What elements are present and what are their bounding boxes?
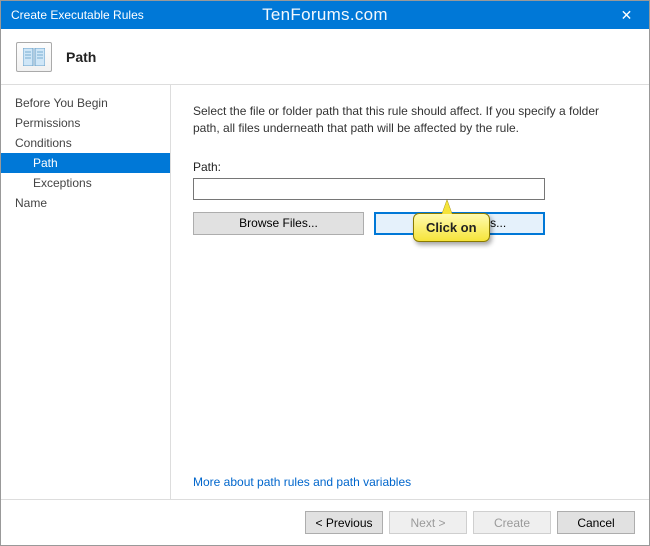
close-button[interactable]: ✕ bbox=[604, 1, 649, 29]
browse-files-button[interactable]: Browse Files... bbox=[193, 212, 364, 235]
wizard-window: Create Executable Rules TenForums.com ✕ … bbox=[0, 0, 650, 546]
sidebar-item-path[interactable]: Path bbox=[1, 153, 170, 173]
sidebar-item-before-you-begin[interactable]: Before You Begin bbox=[1, 93, 170, 113]
sidebar-item-permissions[interactable]: Permissions bbox=[1, 113, 170, 133]
window-title: Create Executable Rules bbox=[11, 8, 144, 22]
sidebar-item-conditions[interactable]: Conditions bbox=[1, 133, 170, 153]
watermark-text: TenForums.com bbox=[262, 5, 388, 25]
sidebar-item-name[interactable]: Name bbox=[1, 193, 170, 213]
next-button: Next > bbox=[389, 511, 467, 534]
content-pane: Select the file or folder path that this… bbox=[171, 85, 649, 499]
callout-text: Click on bbox=[426, 220, 477, 235]
wizard-footer: < Previous Next > Create Cancel bbox=[1, 499, 649, 545]
annotation-callout: Click on bbox=[413, 213, 490, 242]
sidebar: Before You Begin Permissions Conditions … bbox=[1, 85, 171, 499]
create-button: Create bbox=[473, 511, 551, 534]
page-title: Path bbox=[66, 49, 96, 65]
instruction-text: Select the file or folder path that this… bbox=[193, 103, 627, 138]
cancel-button[interactable]: Cancel bbox=[557, 511, 635, 534]
browse-row: Browse Files... Browse Folders... bbox=[193, 212, 627, 235]
more-about-link[interactable]: More about path rules and path variables bbox=[193, 465, 627, 489]
callout-tail-icon bbox=[442, 200, 452, 214]
close-icon: ✕ bbox=[621, 7, 633, 24]
wizard-body: Before You Begin Permissions Conditions … bbox=[1, 85, 649, 499]
path-label: Path: bbox=[193, 160, 627, 174]
page-icon bbox=[16, 42, 52, 72]
titlebar: Create Executable Rules TenForums.com ✕ bbox=[1, 1, 649, 29]
sidebar-item-exceptions[interactable]: Exceptions bbox=[1, 173, 170, 193]
path-input[interactable] bbox=[193, 178, 545, 200]
previous-button[interactable]: < Previous bbox=[305, 511, 383, 534]
wizard-header: Path bbox=[1, 29, 649, 85]
